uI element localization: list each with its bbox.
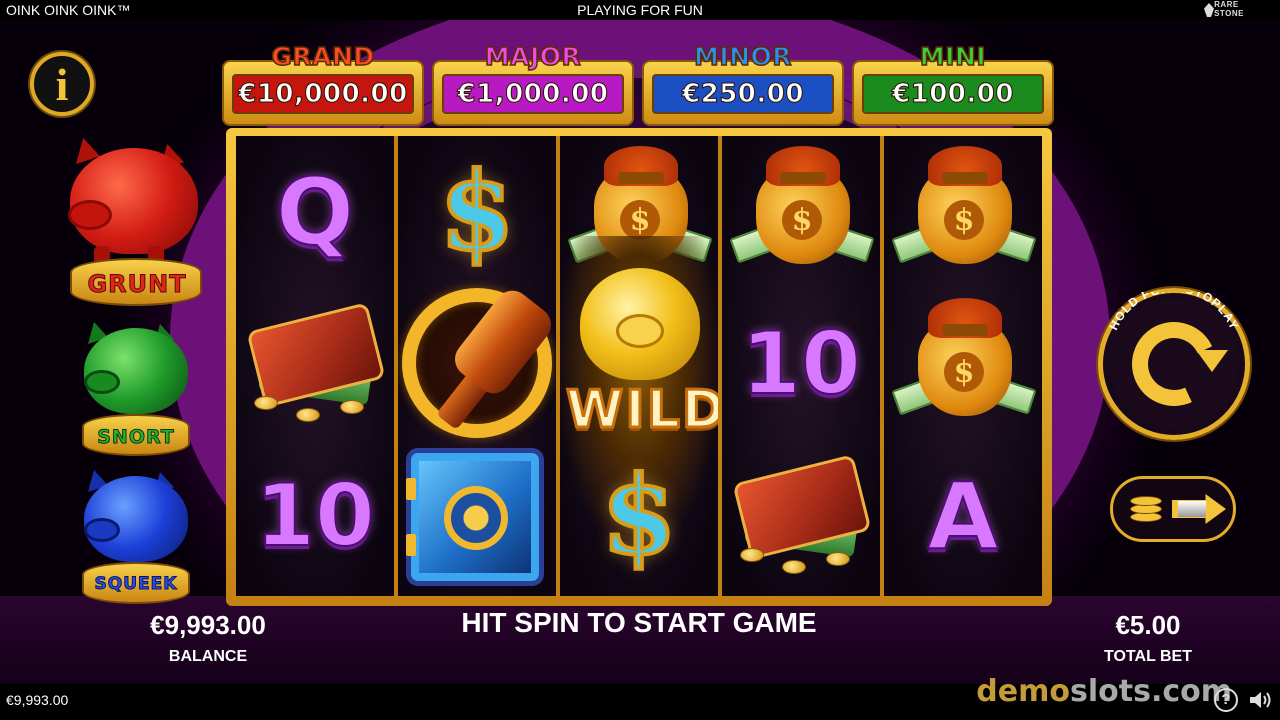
symbol-wallet-icon — [722, 440, 880, 592]
total-bet-value: €5.00 — [1115, 610, 1181, 640]
help-button[interactable]: ? — [1214, 688, 1238, 712]
jackpot-major: MAJOR €1,000.00 — [432, 41, 634, 126]
symbol-10: 10 — [740, 313, 862, 415]
reel-3: $ WILD $ — [560, 136, 718, 596]
watermark: demoslots.com — [976, 674, 1232, 709]
mode-label: PLAYING FOR FUN — [577, 2, 703, 18]
reel-4: $ 10 — [722, 136, 880, 596]
reel-5: $ $ A — [884, 136, 1042, 596]
svg-text:HOLD FOR AUTOPLAY: HOLD FOR AUTOPLAY — [1106, 292, 1241, 332]
symbol-safe-icon — [398, 440, 556, 592]
jackpot-mini-value: €100.00 — [892, 79, 1014, 110]
provider-logo: RARE STONE — [1214, 0, 1244, 18]
symbol-10: 10 — [254, 465, 376, 567]
reels-frame: Q 10 $ $ WILD $ $ 10 $ $ A — [226, 128, 1052, 606]
symbol-dollar-icon: $ — [437, 147, 516, 277]
jackpot-minor-value: €250.00 — [682, 79, 804, 110]
symbol-money-bag-icon: $ — [722, 136, 880, 288]
info-button[interactable]: i — [30, 52, 94, 116]
jackpot-minor-name: MINOR — [693, 41, 793, 72]
pig-label-snort: SNORT — [97, 426, 175, 449]
reel-1: Q 10 — [236, 136, 394, 596]
pig-grunt: GRUNT — [64, 134, 210, 306]
status-balance: €9,993.00 — [6, 692, 69, 708]
symbol-money-bag-icon: $ — [884, 136, 1042, 288]
jackpot-major-value: €1,000.00 — [457, 79, 609, 110]
jackpot-minor: MINOR €250.00 — [642, 41, 844, 126]
jackpot-grand: GRAND €10,000.00 — [222, 41, 424, 126]
symbol-money-bag-icon: $ — [884, 288, 1042, 440]
top-bar: OINK OINK OINK™ PLAYING FOR FUN RARE STO… — [0, 0, 1280, 20]
coins-icon — [1130, 492, 1162, 524]
jackpot-mini-name: MINI — [919, 41, 987, 72]
jackpot-grand-value: €10,000.00 — [238, 79, 408, 110]
total-bet-label: TOTAL BET — [1104, 648, 1192, 665]
game-message: HIT SPIN TO START GAME — [461, 607, 817, 638]
spin-arrow-icon — [1196, 350, 1228, 372]
symbol-wild: WILD — [560, 268, 718, 442]
symbol-hammer-icon — [398, 283, 556, 440]
jackpot-mini: MINI €100.00 — [852, 41, 1054, 126]
pig-snort: SNORT — [80, 318, 192, 458]
bill-icon — [1178, 501, 1206, 517]
symbol-wallet-icon — [236, 288, 394, 440]
info-icon: i — [55, 58, 69, 110]
autoplay-label: HOLD FOR AUTOPLAY — [1106, 292, 1241, 332]
jackpot-major-name: MAJOR — [484, 41, 582, 72]
symbol-dollar-icon: $ — [599, 451, 678, 581]
pig-label-grunt: GRUNT — [87, 270, 187, 299]
pig-squeek: SQUEEK — [80, 466, 192, 606]
symbol-q: Q — [275, 158, 355, 267]
pig-label-squeek: SQUEEK — [94, 574, 178, 595]
reel-2: $ — [398, 136, 556, 596]
symbol-a: A — [926, 462, 999, 571]
jackpot-grand-name: GRAND — [271, 41, 375, 72]
balance-label: BALANCE — [168, 648, 248, 665]
sound-icon[interactable] — [1248, 690, 1272, 710]
